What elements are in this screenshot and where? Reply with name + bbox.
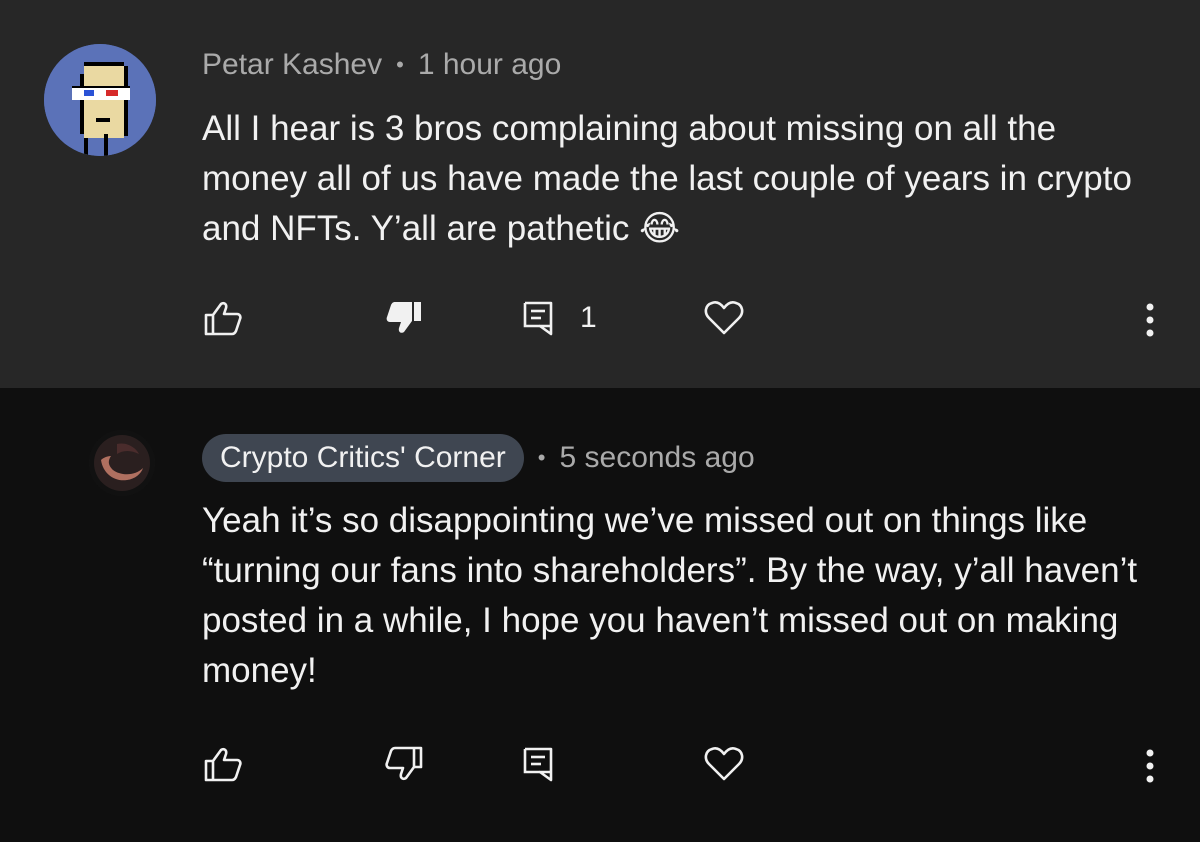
- separator-dot: •: [396, 52, 404, 77]
- comment-1-meta: Petar Kashev • 1 hour ago: [202, 48, 561, 82]
- heart-button[interactable]: [704, 746, 744, 782]
- thumbs-up-icon: [204, 301, 242, 336]
- heart-icon: [704, 747, 744, 781]
- pixel-punk-avatar-icon: [44, 44, 156, 156]
- comment-1-actions: 1: [0, 290, 1200, 350]
- reply-button[interactable]: [522, 746, 554, 782]
- comment-2-actions: [0, 736, 1200, 796]
- like-button[interactable]: [204, 746, 242, 782]
- timestamp: 5 seconds ago: [559, 441, 755, 474]
- thumbs-down-filled-icon: [386, 302, 421, 333]
- comment-1-text: All I hear is 3 bros complaining about m…: [202, 109, 1132, 248]
- heart-button[interactable]: [704, 300, 744, 336]
- reply-comment-icon: [523, 301, 553, 336]
- reply-comment-icon: [523, 747, 553, 782]
- more-vertical-icon: [1146, 303, 1154, 337]
- thumbs-up-icon: [204, 747, 242, 782]
- dislike-button[interactable]: [385, 300, 423, 336]
- like-button[interactable]: [204, 300, 242, 336]
- separator-dot: •: [537, 445, 546, 470]
- avatar[interactable]: [44, 44, 156, 156]
- heart-icon: [704, 301, 744, 335]
- comment-2-text: Yeah it’s so disappointing we’ve missed …: [202, 501, 1138, 690]
- reply-count: 1: [580, 301, 597, 334]
- comment-2-meta: Crypto Critics' Corner • 5 seconds ago: [202, 434, 755, 482]
- more-options-button[interactable]: [1138, 746, 1162, 786]
- timestamp: 1 hour ago: [417, 48, 562, 81]
- dislike-button[interactable]: [385, 746, 423, 782]
- dark-moon-avatar-icon: [89, 430, 155, 496]
- author-name[interactable]: Petar Kashev: [202, 48, 382, 82]
- reply-button[interactable]: 1: [522, 300, 597, 336]
- avatar[interactable]: [89, 430, 155, 496]
- thumbs-down-icon: [385, 746, 423, 781]
- author-name-badge[interactable]: Crypto Critics' Corner: [202, 434, 524, 482]
- more-vertical-icon: [1146, 749, 1154, 783]
- more-options-button[interactable]: [1138, 300, 1162, 340]
